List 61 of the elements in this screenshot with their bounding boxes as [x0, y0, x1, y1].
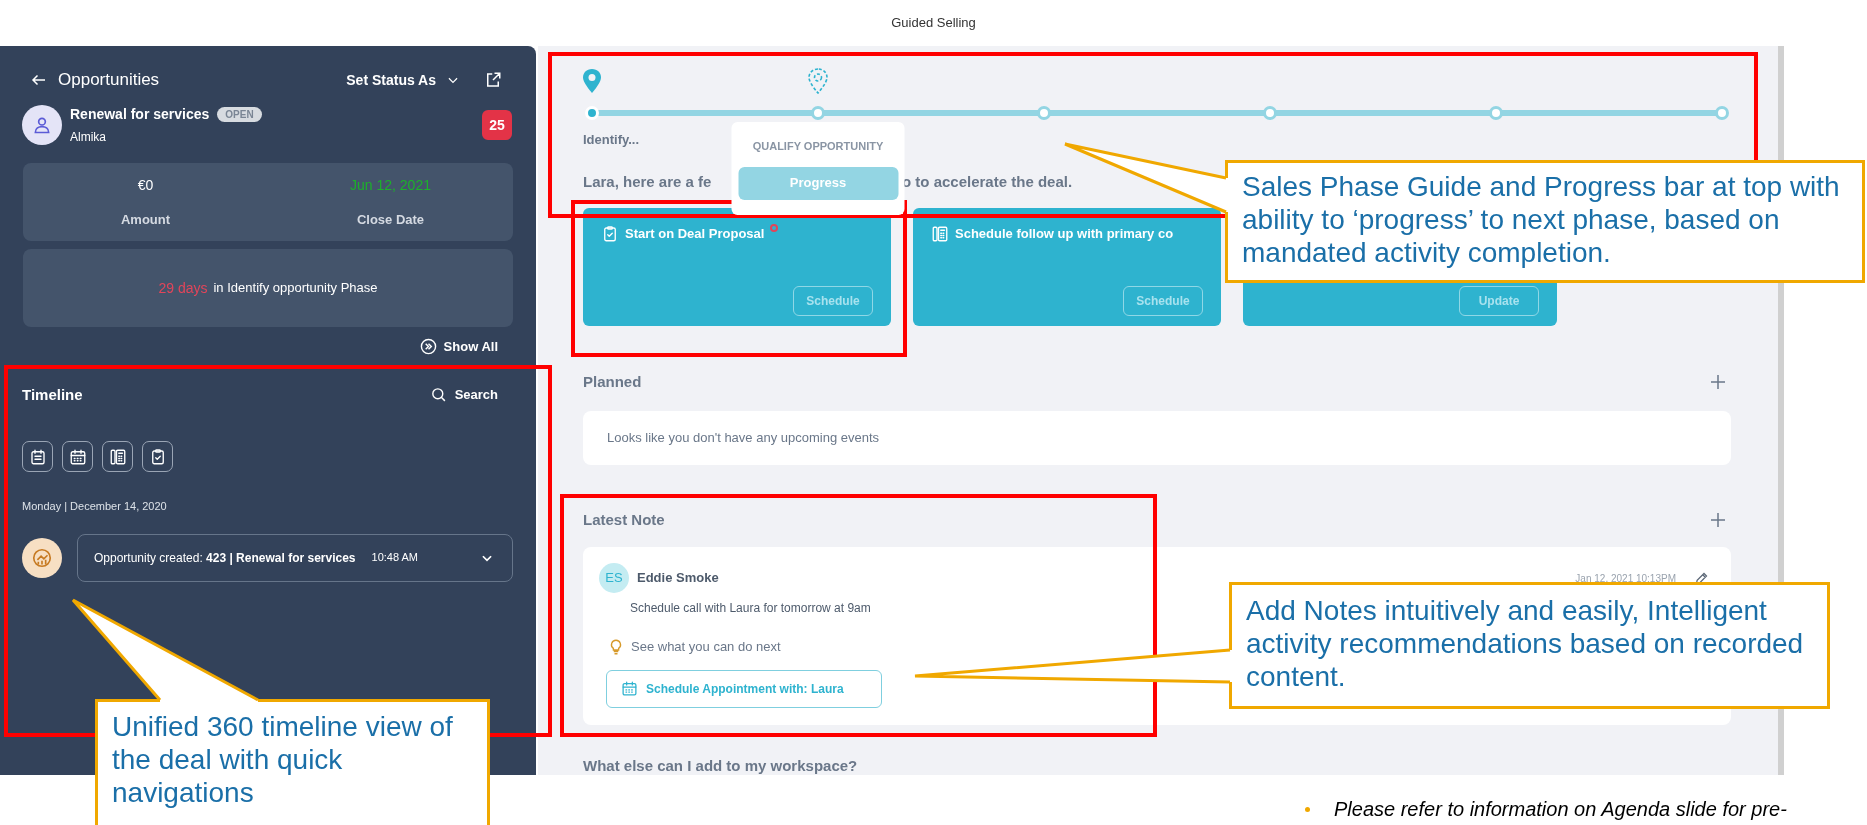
phone-icon	[108, 447, 127, 466]
phone-icon	[931, 224, 949, 243]
note-body: Schedule call with Laura for tomorrow at 9am	[630, 600, 871, 618]
section-title: What else can I add to my workspace?	[583, 757, 859, 775]
calendar-icon	[621, 680, 638, 698]
location-pin-icon	[581, 68, 603, 94]
filter-button[interactable]	[142, 441, 173, 472]
stage-node[interactable]	[1037, 106, 1051, 120]
filter-button[interactable]	[62, 441, 93, 472]
card-title: Schedule follow up with primary co	[955, 225, 1174, 244]
stage-label: Identify...	[583, 132, 640, 148]
intro-text: Lara, here are a fe	[583, 173, 712, 191]
stage-node[interactable]	[811, 106, 825, 120]
timeline-entry[interactable]: Opportunity created: 423 | Renewal for services 10:48 AM	[77, 533, 513, 582]
slide-title: Guided Selling	[891, 14, 976, 33]
section-title: Latest Note	[583, 509, 665, 530]
search-button[interactable]: Search	[429, 385, 498, 405]
timeline-date: Monday | December 14, 2020	[21, 499, 168, 514]
empty-message: Looks like you don't have any upcoming events	[607, 429, 880, 448]
callout-text: Unified 360 timeline view of the deal with quick navigations	[112, 710, 454, 809]
callout-text: Sales Phase Guide and Progress bar at top with ability to ‘progress’ to next phase, based on mandated activity completion.	[1242, 170, 1841, 269]
days-count: 29 days	[158, 278, 208, 298]
hint-text: See what you can do next	[631, 638, 781, 657]
bullet-icon	[1305, 806, 1310, 812]
footnote: Please refer to information on Agenda slide for pre-	[1334, 797, 1787, 821]
back-button[interactable]: Opportunities	[30, 67, 160, 93]
stat-value: €0	[137, 175, 154, 195]
card-title: Start on Deal Proposal	[625, 225, 765, 244]
note-icon	[28, 447, 47, 466]
phase-text: in Identify opportunity Phase	[213, 279, 378, 298]
person-icon	[32, 115, 52, 135]
filter-button[interactable]	[22, 441, 53, 472]
count-badge: 25	[482, 110, 512, 140]
author-avatar: ES	[599, 563, 629, 594]
show-all-button[interactable]: Show All	[419, 337, 498, 357]
filter-button[interactable]	[102, 441, 133, 472]
note-date: Jan 12, 2021 10:13PM	[1575, 571, 1676, 586]
clipboard-icon	[601, 224, 619, 243]
stat-label: Close Date	[356, 210, 425, 229]
stat-value: Jun 12, 2021	[350, 175, 431, 195]
stage-node[interactable]	[1715, 106, 1729, 120]
dashed-pin-icon	[807, 68, 829, 94]
stage-node[interactable]	[1263, 106, 1277, 120]
section-title: Planned	[583, 371, 642, 392]
add-icon[interactable]	[1711, 375, 1725, 390]
status-pill: OPEN	[217, 107, 262, 122]
author-name: Eddie Smoke	[637, 569, 719, 588]
account-subtitle: Almika	[70, 129, 107, 146]
popover-title: QUALIFY OPPORTUNITY	[752, 139, 884, 154]
callout-text: Add Notes intuitively and easily, Intelligent activity recommendations based on recorded content.	[1246, 594, 1805, 693]
status-dropdown[interactable]: Set Status As	[346, 69, 460, 91]
stat-label: Amount	[120, 210, 171, 229]
account-title: Renewal for services	[70, 105, 210, 124]
add-icon[interactable]	[1711, 512, 1725, 527]
trend-icon	[31, 546, 53, 569]
calendar-icon	[68, 447, 87, 466]
share-icon[interactable]	[484, 71, 502, 89]
timeline-title: Timeline	[22, 384, 83, 405]
stage-node[interactable]	[1489, 106, 1503, 120]
double-chevron-icon	[419, 338, 437, 356]
search-icon	[429, 386, 447, 404]
